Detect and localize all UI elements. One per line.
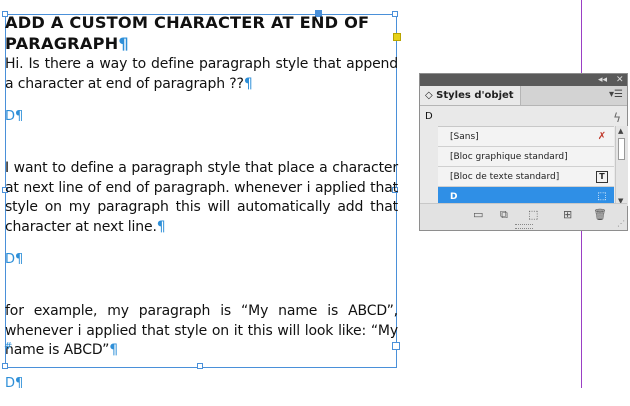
pilcrow: ¶ [243,75,253,92]
inline-char-1: D¶ [5,109,24,124]
object-styles-panel: ◂◂ ✕ ◇ Styles d'objet ▾☰ D ϟ [Sans] ✗ [Bl… [419,73,628,231]
empty-line-2 [5,283,398,303]
new-style-icon[interactable]: ⊞ [563,209,572,221]
panel-resize-grip[interactable] [515,224,533,229]
paragraph-1: Hi. Is there a way to define paragraph s… [5,56,398,92]
paragraph-3: for example, my paragraph is “My name is… [5,303,398,358]
pilcrow: ¶ [156,218,166,235]
clear-attributes-icon[interactable]: ⬚ [528,209,538,221]
frame-icon: ⬚ [597,191,607,202]
scroll-thumb[interactable] [618,138,625,160]
list-item[interactable]: [Bloc de texte standard] T [438,167,614,187]
new-style-group-icon[interactable]: ▭ [473,209,483,221]
pilcrow: ¶ [118,34,129,53]
panel-menu-icon[interactable]: ▾☰ [609,90,623,100]
collapse-icon[interactable]: ◂◂ [598,74,607,86]
story-text[interactable]: ADD A CUSTOM CHARACTER AT END OF PARAGRA… [5,12,398,406]
delete-style-icon[interactable]: 🗑 [593,209,607,221]
tab-object-styles[interactable]: ◇ Styles d'objet [420,86,521,105]
styles-list: [Sans] ✗ [Bloc graphique standard] [Bloc … [438,126,614,207]
clear-overrides-icon[interactable]: ⧉ [500,209,508,221]
panel-resize-corner-icon[interactable]: ⋰ [617,219,625,228]
panel-footer: ▭ ⧉ ⬚ ⊞ 🗑 ⋰ [420,203,627,230]
empty-line-1 [5,140,398,160]
inline-char-2: D¶ [5,252,24,267]
scroll-up-icon[interactable]: ▲ [618,127,623,135]
end-of-story-marker: # [4,341,13,352]
pilcrow: ¶ [109,342,118,358]
current-style-row: D ϟ [420,106,627,127]
styles-scrollbar[interactable]: ▲ ▼ [615,126,628,206]
no-style-icon: ✗ [597,131,607,142]
tab-arrows-icon: ◇ [425,90,437,101]
paragraph-2: I want to define a paragraph style that … [5,160,398,235]
panel-title-bar[interactable]: ◂◂ ✕ [420,74,627,86]
list-item[interactable]: [Sans] ✗ [438,127,614,147]
inline-char-3: D¶ [5,375,24,391]
current-style-label: D [425,111,433,122]
list-item[interactable]: [Bloc graphique standard] [438,147,614,167]
close-icon[interactable]: ✕ [616,74,624,86]
heading: ADD A CUSTOM CHARACTER AT END OF PARAGRA… [5,13,370,53]
text-frame-icon: T [596,171,608,183]
